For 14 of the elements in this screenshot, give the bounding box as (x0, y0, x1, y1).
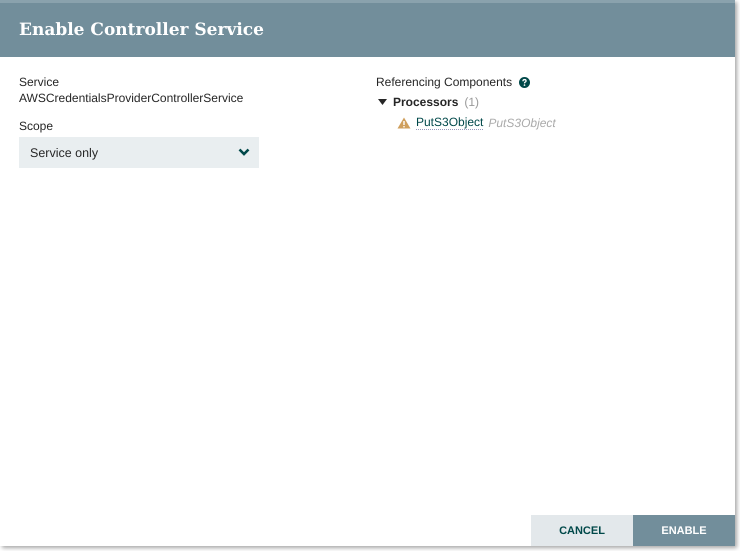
scope-dropdown[interactable]: Service only (19, 137, 259, 168)
group-name: Processors (393, 95, 458, 109)
scope-label: Scope (19, 119, 54, 133)
processor-link[interactable]: PutS3Object (416, 115, 484, 130)
processor-type: PutS3Object (488, 116, 556, 130)
cancel-button[interactable]: CANCEL (531, 515, 633, 546)
chevron-down-icon (238, 148, 250, 157)
help-icon[interactable] (519, 76, 530, 88)
group-count: (1) (464, 95, 480, 109)
referencing-components-label: Referencing Components (376, 75, 512, 89)
service-label: Service (19, 75, 60, 89)
service-name: AWSCredentialsProviderControllerService (19, 91, 244, 105)
expanded-caret-icon[interactable] (378, 98, 387, 106)
dialog-title: Enable Controller Service (19, 20, 264, 40)
